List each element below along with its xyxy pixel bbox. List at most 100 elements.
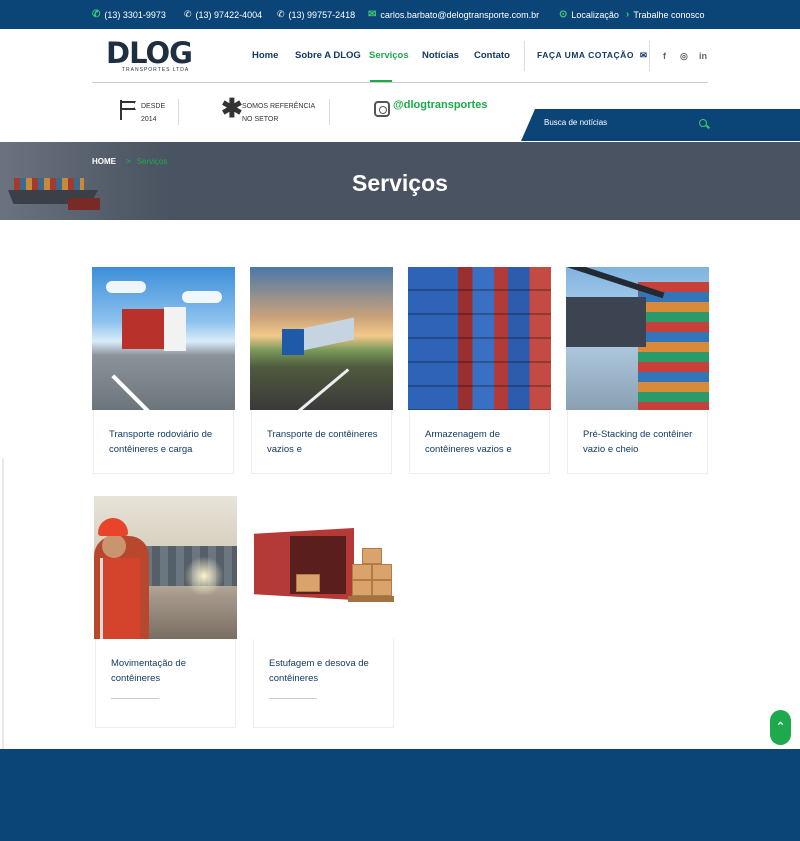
pallet: [348, 596, 394, 602]
service-title[interactable]: Pré-Stacking de contêiner vazio e cheio: [583, 427, 703, 457]
quote-button[interactable]: FAÇA UMA COTAÇÃO ✉: [537, 50, 647, 61]
nav-noticias[interactable]: Notícias: [422, 50, 459, 61]
truck-cab: [282, 329, 304, 355]
container-stack: [638, 282, 709, 410]
news-search: [521, 109, 800, 141]
worker-head: [102, 534, 126, 558]
service-image: [94, 496, 237, 639]
reference-line-2: NO SETOR: [242, 116, 279, 123]
service-title[interactable]: Transporte de contêineres vazios e: [267, 427, 387, 457]
header-divider: [92, 82, 708, 83]
truck-cab: [164, 307, 186, 351]
hard-hat: [98, 518, 128, 536]
caption-divider: [111, 698, 159, 699]
service-caption: Transporte de contêineres vazios e: [251, 410, 392, 474]
service-title[interactable]: Estufagem e desova de contêineres: [269, 656, 389, 686]
site-header: DLOG TRANSPORTES LTDA Home Sobre A DLOG …: [0, 29, 800, 142]
whatsapp-number-1: (13) 97422-4004: [195, 9, 263, 20]
service-caption: Transporte rodoviário de contêineres e c…: [93, 410, 234, 474]
service-caption: Armazenagem de contêineres vazios e: [409, 410, 550, 474]
divider: [524, 41, 525, 71]
safety-vest: [100, 558, 140, 639]
jobs-label: Trabalhe conosco: [633, 9, 705, 20]
logo[interactable]: DLOG TRANSPORTES LTDA: [106, 36, 198, 74]
whatsapp-link-2[interactable]: ✆ (13) 99757-2418: [277, 9, 355, 20]
email-link[interactable]: ✉ carlos.barbato@delogtransporte.com.br: [368, 9, 539, 20]
cloud: [106, 281, 146, 293]
cardboard-box: [352, 564, 372, 580]
jobs-link[interactable]: › Trabalhe conosco: [626, 9, 705, 20]
search-icon[interactable]: [699, 119, 707, 127]
breadcrumb: HOME > Serviços: [92, 157, 167, 166]
linkedin-icon[interactable]: in: [699, 51, 707, 61]
email-address: carlos.barbato@delogtransporte.com.br: [380, 9, 540, 20]
crane: [566, 297, 646, 347]
asterisk-icon: ✱: [221, 93, 243, 123]
cloud: [182, 291, 222, 303]
map-pin-icon: ⊙: [559, 9, 568, 20]
top-bar: ✆ (13) 3301-9973 ✆ (13) 97422-4004 ✆ (13…: [0, 0, 800, 29]
cardboard-box: [372, 564, 392, 580]
road-line: [293, 368, 350, 410]
breadcrumb-current: Serviços: [136, 157, 168, 166]
divider: [178, 99, 179, 125]
service-card[interactable]: Transporte rodoviário de contêineres e c…: [92, 267, 235, 474]
page-banner: HOME > Serviços Serviços: [0, 142, 800, 220]
cardboard-box: [372, 580, 392, 596]
caption-divider: [269, 698, 317, 699]
scroll-to-top-button[interactable]: ⌃: [770, 710, 791, 745]
service-image: [92, 267, 235, 410]
instagram-icon[interactable]: ◎: [680, 51, 688, 62]
service-caption: Estufagem e desova de contêineres: [253, 639, 394, 728]
facebook-icon[interactable]: f: [663, 51, 666, 61]
service-image: [252, 496, 395, 639]
service-image: [250, 267, 393, 410]
instagram-handle-link[interactable]: @dlogtransportes: [393, 99, 487, 111]
logo-text: DLOG: [106, 36, 193, 70]
logo-subtitle: TRANSPORTES LTDA: [122, 67, 190, 73]
road-line: [111, 374, 157, 410]
service-image: [566, 267, 709, 410]
breadcrumb-separator: >: [126, 157, 131, 166]
service-card[interactable]: Transporte de contêineres vazios e: [250, 267, 393, 474]
service-image: [408, 267, 551, 410]
divider: [329, 99, 330, 125]
reference-line-1: SOMOS REFERÊNCIA: [242, 103, 316, 110]
service-card[interactable]: Estufagem e desova de contêineres: [252, 496, 395, 728]
service-card[interactable]: Pré-Stacking de contêiner vazio e cheio: [566, 267, 709, 474]
cardboard-box: [362, 548, 382, 564]
page-edge: [2, 458, 4, 750]
nav-servicos[interactable]: Serviços: [369, 50, 409, 61]
service-card[interactable]: Armazenagem de contêineres vazios e: [408, 267, 551, 474]
service-title[interactable]: Movimentação de contêineres: [111, 656, 231, 686]
whatsapp-link-1[interactable]: ✆ (13) 97422-4004: [184, 9, 262, 20]
nav-home[interactable]: Home: [252, 50, 278, 61]
divider: [649, 41, 650, 71]
cardboard-box: [296, 574, 320, 592]
phone-icon: ✆: [92, 9, 101, 20]
service-card[interactable]: Movimentação de contêineres: [94, 496, 237, 728]
since-label: DESDE: [141, 103, 166, 110]
location-label: Localização: [571, 9, 619, 20]
quote-label: FAÇA UMA COTAÇÃO: [537, 50, 634, 60]
phone-link[interactable]: ✆ (13) 3301-9973: [92, 9, 166, 20]
double-chevron-up-icon: ⌃: [775, 721, 786, 733]
flag-icon: [120, 100, 138, 120]
site-footer: [0, 749, 800, 841]
breadcrumb-home[interactable]: HOME: [92, 157, 116, 166]
service-title[interactable]: Transporte rodoviário de contêineres e c…: [109, 427, 229, 457]
nav-sobre[interactable]: Sobre A DLOG: [295, 50, 361, 61]
search-input[interactable]: [544, 118, 704, 127]
whatsapp-number-2: (13) 99757-2418: [288, 9, 356, 20]
nav-contato[interactable]: Contato: [474, 50, 510, 61]
mail-icon: ✉: [368, 9, 377, 20]
location-link[interactable]: ⊙ Localização: [559, 9, 619, 20]
page-title: Serviços: [352, 170, 448, 196]
service-caption: Pré-Stacking de contêiner vazio e cheio: [567, 410, 708, 474]
service-caption: Movimentação de contêineres: [95, 639, 236, 728]
since-year: 2014: [141, 116, 157, 123]
service-title[interactable]: Armazenagem de contêineres vazios e: [425, 427, 545, 457]
banner-truck: [68, 198, 100, 210]
sunlight: [184, 556, 224, 596]
cardboard-box: [352, 580, 372, 596]
